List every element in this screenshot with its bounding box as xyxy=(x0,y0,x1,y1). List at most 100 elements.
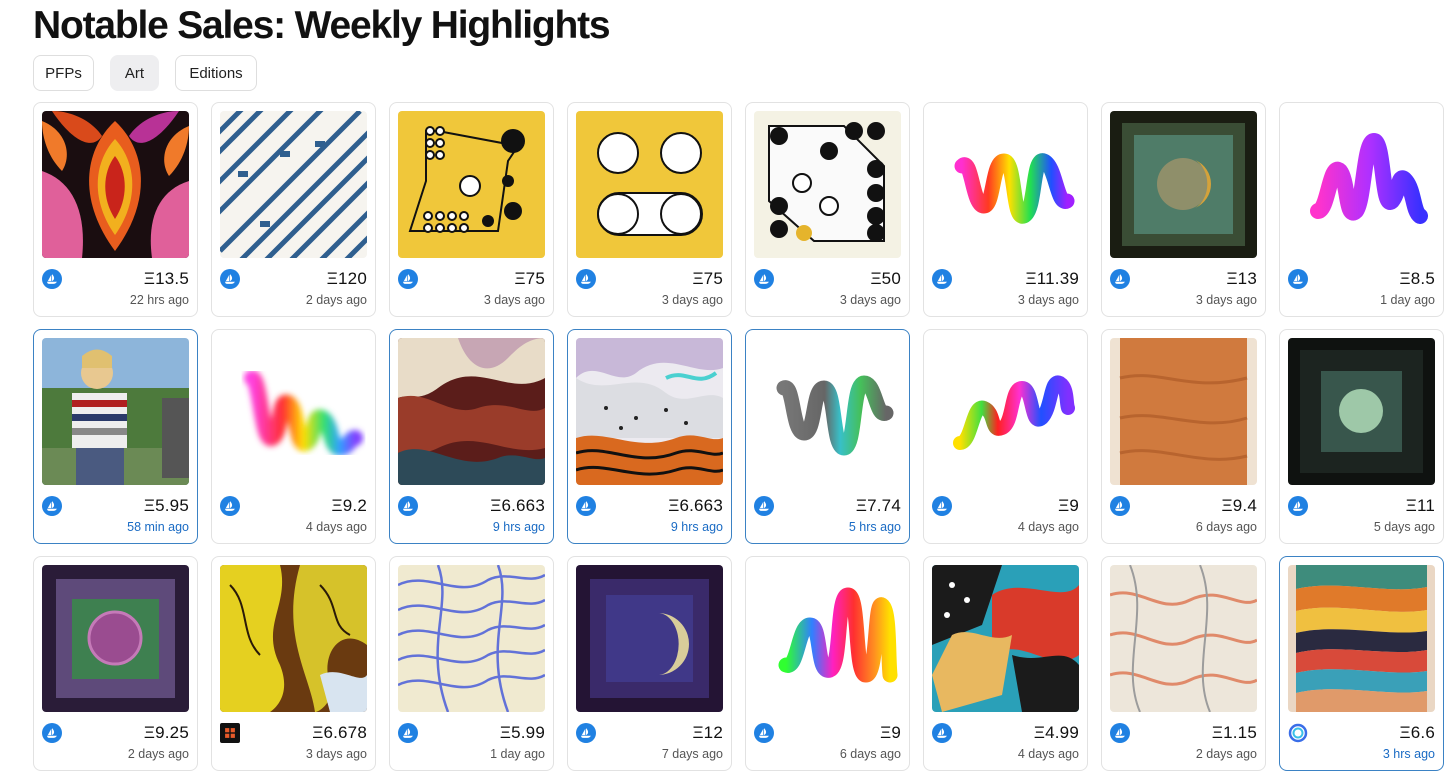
sale-time[interactable]: 3 days ago xyxy=(662,293,723,307)
opensea-icon[interactable] xyxy=(576,723,596,743)
sale-time[interactable]: 9 hrs ago xyxy=(493,520,545,534)
artwork-thumbnail[interactable] xyxy=(576,338,723,485)
artwork-thumbnail[interactable] xyxy=(754,565,901,712)
tab-art[interactable]: Art xyxy=(110,55,159,91)
sale-card[interactable]: Ξ5.99 1 day ago xyxy=(389,556,554,771)
opensea-icon[interactable] xyxy=(1110,496,1130,516)
sale-card[interactable]: Ξ75 3 days ago xyxy=(389,102,554,317)
sale-time[interactable]: 7 days ago xyxy=(662,747,723,761)
sale-time[interactable]: 4 days ago xyxy=(1018,747,1079,761)
tab-editions[interactable]: Editions xyxy=(175,55,257,91)
sale-time[interactable]: 3 days ago xyxy=(1018,293,1079,307)
opensea-icon[interactable] xyxy=(42,269,62,289)
sale-card[interactable]: Ξ4.99 4 days ago xyxy=(923,556,1088,771)
sale-time[interactable]: 3 hrs ago xyxy=(1383,747,1435,761)
sale-card[interactable]: Ξ1.15 2 days ago xyxy=(1101,556,1266,771)
sale-time[interactable]: 4 days ago xyxy=(306,520,367,534)
sale-card[interactable]: Ξ7.74 5 hrs ago xyxy=(745,329,910,544)
sale-time[interactable]: 58 min ago xyxy=(127,520,189,534)
sale-time[interactable]: 3 days ago xyxy=(840,293,901,307)
artwork-thumbnail[interactable] xyxy=(1110,338,1257,485)
artwork-thumbnail[interactable] xyxy=(220,565,367,712)
sale-card[interactable]: Ξ9.25 2 days ago xyxy=(33,556,198,771)
opensea-icon[interactable] xyxy=(576,269,596,289)
artwork-thumbnail[interactable] xyxy=(1110,565,1257,712)
opensea-icon[interactable] xyxy=(398,723,418,743)
opensea-icon[interactable] xyxy=(1110,723,1130,743)
artwork-thumbnail[interactable] xyxy=(754,111,901,258)
sale-price: Ξ12 xyxy=(692,723,723,742)
sale-time[interactable]: 9 hrs ago xyxy=(671,520,723,534)
opensea-icon[interactable] xyxy=(1110,269,1130,289)
opensea-icon[interactable] xyxy=(42,723,62,743)
opensea-icon[interactable] xyxy=(1288,496,1308,516)
sale-time[interactable]: 2 days ago xyxy=(306,293,367,307)
artwork-thumbnail[interactable] xyxy=(398,111,545,258)
objkt-icon[interactable] xyxy=(220,723,240,743)
artwork-thumbnail[interactable] xyxy=(1110,111,1257,258)
artwork-thumbnail[interactable] xyxy=(398,565,545,712)
sale-card[interactable]: Ξ6.6 3 hrs ago xyxy=(1279,556,1444,771)
opensea-icon[interactable] xyxy=(220,269,240,289)
artwork-thumbnail[interactable] xyxy=(1288,338,1435,485)
sale-time[interactable]: 5 hrs ago xyxy=(849,520,901,534)
sale-card[interactable]: Ξ9.4 6 days ago xyxy=(1101,329,1266,544)
sale-card[interactable]: Ξ120 2 days ago xyxy=(211,102,376,317)
opensea-icon[interactable] xyxy=(754,269,774,289)
sale-card[interactable]: Ξ6.678 3 days ago xyxy=(211,556,376,771)
opensea-icon[interactable] xyxy=(1288,269,1308,289)
artwork-thumbnail[interactable] xyxy=(1288,565,1435,712)
opensea-icon[interactable] xyxy=(932,496,952,516)
opensea-icon[interactable] xyxy=(576,496,596,516)
artwork-thumbnail[interactable] xyxy=(932,565,1079,712)
sale-card[interactable]: Ξ75 3 days ago xyxy=(567,102,732,317)
sale-card[interactable]: Ξ12 7 days ago xyxy=(567,556,732,771)
tab-pfps[interactable]: PFPs xyxy=(33,55,94,91)
sale-card[interactable]: Ξ9 6 days ago xyxy=(745,556,910,771)
opensea-icon[interactable] xyxy=(932,269,952,289)
sale-time[interactable]: 3 days ago xyxy=(306,747,367,761)
artwork-thumbnail[interactable] xyxy=(42,111,189,258)
sale-time[interactable]: 5 days ago xyxy=(1374,520,1435,534)
sale-card[interactable]: Ξ9 4 days ago xyxy=(923,329,1088,544)
opensea-icon[interactable] xyxy=(220,496,240,516)
artwork-thumbnail[interactable] xyxy=(932,111,1079,258)
sale-card[interactable]: Ξ13.5 22 hrs ago xyxy=(33,102,198,317)
ring-icon[interactable] xyxy=(1288,723,1308,743)
opensea-icon[interactable] xyxy=(754,496,774,516)
sale-card[interactable]: Ξ8.5 1 day ago xyxy=(1279,102,1444,317)
opensea-icon[interactable] xyxy=(398,269,418,289)
artwork-thumbnail[interactable] xyxy=(754,338,901,485)
sale-card[interactable]: Ξ13 3 days ago xyxy=(1101,102,1266,317)
sale-time[interactable]: 1 day ago xyxy=(490,747,545,761)
sale-card[interactable]: Ξ11 5 days ago xyxy=(1279,329,1444,544)
sale-time[interactable]: 6 days ago xyxy=(840,747,901,761)
artwork-thumbnail[interactable] xyxy=(576,565,723,712)
sale-card[interactable]: Ξ11.39 3 days ago xyxy=(923,102,1088,317)
sale-time[interactable]: 2 days ago xyxy=(128,747,189,761)
opensea-icon[interactable] xyxy=(932,723,952,743)
sale-time[interactable]: 3 days ago xyxy=(1196,293,1257,307)
sale-time[interactable]: 1 day ago xyxy=(1380,293,1435,307)
sale-time[interactable]: 2 days ago xyxy=(1196,747,1257,761)
sale-time[interactable]: 22 hrs ago xyxy=(130,293,189,307)
sale-time[interactable]: 6 days ago xyxy=(1196,520,1257,534)
sale-card[interactable]: Ξ6.663 9 hrs ago xyxy=(389,329,554,544)
opensea-icon[interactable] xyxy=(754,723,774,743)
sale-card[interactable]: Ξ9.2 4 days ago xyxy=(211,329,376,544)
artwork-thumbnail[interactable] xyxy=(576,111,723,258)
sale-time[interactable]: 3 days ago xyxy=(484,293,545,307)
sale-card[interactable]: Ξ5.95 58 min ago xyxy=(33,329,198,544)
sale-card[interactable]: Ξ50 3 days ago xyxy=(745,102,910,317)
opensea-icon[interactable] xyxy=(398,496,418,516)
artwork-thumbnail[interactable] xyxy=(398,338,545,485)
sale-card[interactable]: Ξ6.663 9 hrs ago xyxy=(567,329,732,544)
artwork-thumbnail[interactable] xyxy=(220,338,367,485)
artwork-thumbnail[interactable] xyxy=(42,338,189,485)
opensea-icon[interactable] xyxy=(42,496,62,516)
sale-time[interactable]: 4 days ago xyxy=(1018,520,1079,534)
artwork-thumbnail[interactable] xyxy=(42,565,189,712)
artwork-thumbnail[interactable] xyxy=(932,338,1079,485)
artwork-thumbnail[interactable] xyxy=(1288,111,1435,258)
artwork-thumbnail[interactable] xyxy=(220,111,367,258)
